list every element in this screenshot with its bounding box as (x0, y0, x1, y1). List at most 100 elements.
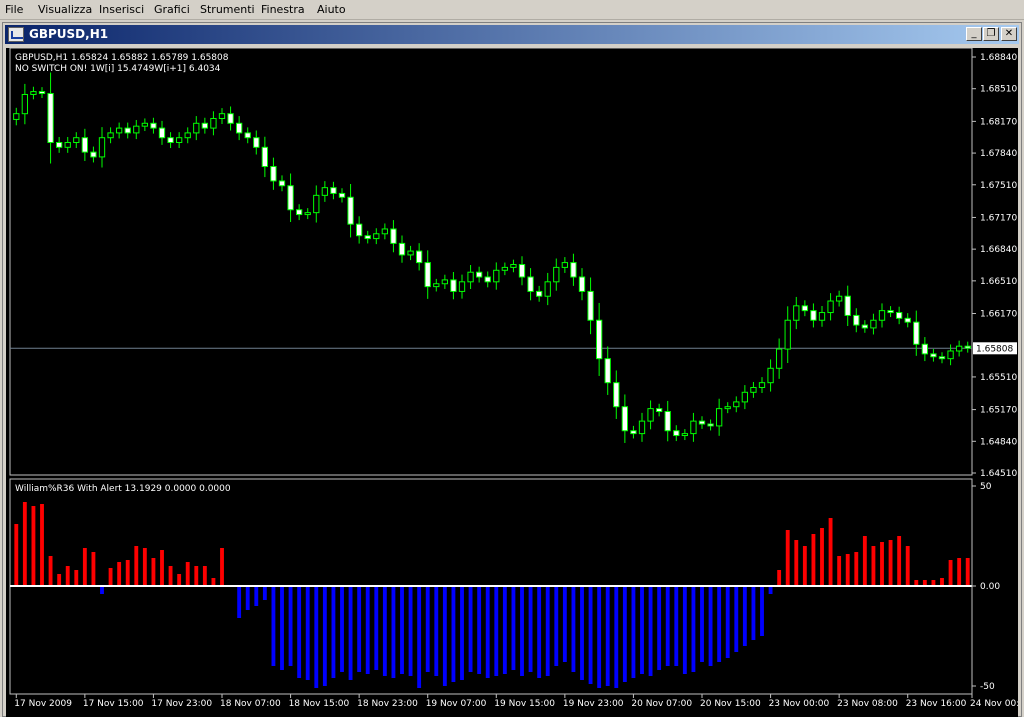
histogram-bar-negative (391, 586, 396, 678)
chart-svg[interactable]: GBPUSD,H1 1.65824 1.65882 1.65789 1.6580… (6, 48, 1018, 717)
histogram-bar-positive (82, 548, 87, 586)
histogram-bar-negative (408, 586, 413, 676)
candle-body (638, 420, 646, 435)
window-titlebar[interactable]: GBPUSD,H1 _ ❐ ✕ (5, 25, 1019, 44)
histogram-bar-positive (108, 568, 113, 586)
histogram-bar-positive (940, 578, 944, 586)
menu-charts[interactable]: Grafici (154, 3, 190, 16)
candle-body (955, 345, 963, 352)
histogram-bar-positive (220, 548, 224, 586)
candle-body (304, 212, 311, 216)
histogram-bar-positive (802, 546, 807, 586)
candle-body (741, 391, 749, 403)
histogram-bar-negative (734, 586, 739, 652)
histogram-bar-negative (100, 586, 104, 594)
menu-insert[interactable]: Inserisci (99, 3, 144, 16)
price-tick-label: 1.67840 (980, 149, 1017, 159)
chart-canvas[interactable]: GBPUSD,H1 1.65824 1.65882 1.65789 1.6580… (6, 48, 1018, 717)
histogram-bars (14, 502, 970, 688)
indicator-panel: William%R36 With Alert 13.1929 0.0000 0.… (9, 478, 1000, 695)
histogram-bar-negative (340, 586, 344, 672)
price-tick-label: 1.66840 (980, 245, 1017, 255)
candle-body (115, 127, 123, 134)
candle-body (784, 319, 791, 350)
candle-body (818, 312, 826, 321)
histogram-bar-positive (168, 566, 173, 586)
menu-file[interactable]: File (5, 3, 23, 16)
menu-help[interactable]: Aiuto (317, 3, 346, 16)
candle-body (913, 321, 920, 345)
histogram-bar-negative (700, 586, 704, 662)
candle-body (30, 91, 37, 95)
candle-body (253, 137, 260, 148)
candle-body (73, 137, 80, 144)
histogram-bar-negative (442, 586, 447, 686)
restore-button[interactable]: ❐ (983, 27, 999, 41)
candle-body (793, 305, 800, 321)
candle-body (338, 192, 346, 198)
bid-price-label: 1.65808 (976, 344, 1013, 354)
histogram-bar-negative (648, 586, 653, 676)
candle-body (90, 151, 97, 158)
histogram-bar-negative (400, 586, 404, 674)
candle-body (947, 350, 954, 360)
histogram-bar-negative (494, 586, 499, 676)
histogram-bar-positive (117, 562, 122, 586)
candle-body (707, 423, 714, 427)
histogram-bar-positive (202, 566, 207, 586)
histogram-bar-negative (742, 586, 747, 646)
time-tick-label: 19 Nov 15:00 (494, 699, 555, 709)
candle-body (827, 300, 834, 314)
menu-view[interactable]: Visualizza (38, 3, 92, 16)
candle-body (124, 127, 131, 134)
histogram-bar-positive (57, 574, 62, 586)
histogram-bar-negative (631, 586, 636, 678)
candle-body (715, 408, 723, 427)
histogram-bar-negative (365, 586, 370, 674)
histogram-bar-negative (271, 586, 276, 666)
candle-body (501, 266, 509, 271)
menu-window[interactable]: Finestra (261, 3, 305, 16)
candle-body (175, 137, 183, 144)
candle-body (733, 401, 740, 408)
histogram-bar-negative (605, 586, 610, 686)
histogram-bar-negative (434, 586, 439, 676)
candle-body (518, 264, 526, 278)
bid-line: 1.65808 (10, 342, 1017, 355)
histogram-bar-negative (708, 586, 713, 666)
histogram-bar-negative (571, 586, 576, 672)
minimize-button[interactable]: _ (966, 27, 982, 41)
price-tick-label: 1.65170 (980, 406, 1017, 416)
histogram-bar-positive (888, 540, 893, 586)
candles (13, 72, 971, 443)
candle-body (527, 276, 534, 292)
histogram-bar-negative (288, 586, 293, 666)
histogram-bar-negative (348, 586, 353, 680)
time-tick-label: 19 Nov 07:00 (426, 699, 487, 709)
histogram-bar-negative (297, 586, 302, 678)
histogram-bar-positive (828, 518, 833, 586)
candle-body (578, 276, 586, 292)
candle-body (441, 279, 449, 285)
menu-tools[interactable]: Strumenti (200, 3, 255, 16)
candle-body (347, 196, 354, 225)
candle-body (647, 408, 654, 422)
time-tick-label: 20 Nov 15:00 (700, 699, 761, 709)
candle-body (55, 142, 63, 148)
candle-body (313, 194, 320, 214)
chart-window-icon (8, 27, 24, 42)
candle-body (133, 125, 140, 134)
close-button[interactable]: ✕ (1001, 27, 1017, 41)
candle-body (193, 122, 200, 134)
time-tick-label: 17 Nov 23:00 (151, 699, 212, 709)
histogram-bar-negative (760, 586, 764, 636)
candle-body (510, 264, 517, 268)
time-tick-label: 20 Nov 07:00 (631, 699, 692, 709)
price-chart-title: GBPUSD,H1 1.65824 1.65882 1.65789 1.6580… (15, 53, 229, 63)
histogram-bar-positive (14, 524, 19, 586)
histogram-bar-negative (562, 586, 567, 662)
price-tick-label: 1.66510 (980, 277, 1017, 287)
candle-body (810, 310, 817, 321)
histogram-bar-negative (622, 586, 627, 682)
indicator-title: William%R36 With Alert 13.1929 0.0000 0.… (15, 484, 231, 494)
